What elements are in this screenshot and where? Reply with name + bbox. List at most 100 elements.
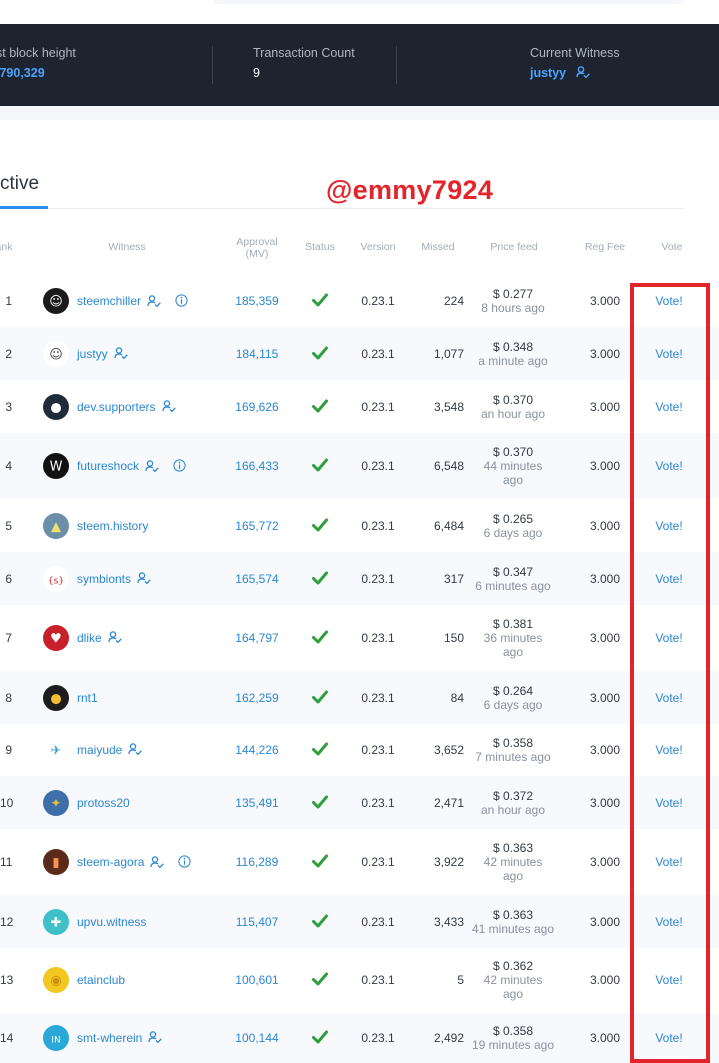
current-witness-name[interactable]: justyy <box>530 66 566 80</box>
approval-value[interactable]: 169,626 <box>226 400 288 414</box>
witness-name-cell: dlike <box>77 631 122 646</box>
approval-value[interactable]: 165,772 <box>226 519 288 533</box>
table-row: 4 Wfutureshock 166,433 0.23.1 6,548 $ 0.370 44… <box>0 433 719 499</box>
svg-text:◉: ◉ <box>50 974 61 989</box>
col-header-approval[interactable]: Approval (MV) <box>226 236 288 260</box>
svg-text:✈: ✈ <box>51 744 62 759</box>
status-check-icon <box>304 518 336 535</box>
reg-fee: 3.000 <box>589 1031 621 1045</box>
search-box[interactable] <box>213 0 683 4</box>
witness-avatar[interactable]: ▲ <box>43 513 69 539</box>
svg-text:●: ● <box>50 692 61 707</box>
witness-name[interactable]: protoss20 <box>77 796 130 810</box>
approval-value[interactable]: 185,359 <box>226 294 288 308</box>
reg-fee: 3.000 <box>589 519 621 533</box>
approval-value[interactable]: 100,144 <box>226 1031 288 1045</box>
stat-value[interactable]: ,790,329 <box>0 66 76 80</box>
witness-name-cell: maiyude <box>77 743 143 758</box>
table-row: 8 ● rnt1 162,259 0.23.1 84 $ 0.264 6 days ago 3.… <box>0 671 719 724</box>
witness-name[interactable]: etainclub <box>77 973 125 987</box>
col-header-approval-line1: Approval <box>236 236 278 248</box>
version: 0.23.1 <box>361 347 395 361</box>
witness-avatar[interactable]: ▮ <box>43 849 69 875</box>
col-header-missed[interactable]: Missed <box>414 241 462 253</box>
witness-name[interactable]: justyy <box>77 347 108 361</box>
approval-value[interactable]: 116,289 <box>226 855 288 869</box>
col-header-vote: Vote <box>661 241 683 253</box>
approval-value[interactable]: 162,259 <box>226 691 288 705</box>
verified-user-icon <box>128 743 143 758</box>
price-age: 6 days ago <box>483 698 543 712</box>
witness-avatar[interactable]: ✦ <box>43 790 69 816</box>
witness-avatar[interactable]: ● <box>43 685 69 711</box>
witness-avatar[interactable]: ✈ <box>43 737 69 763</box>
stats-bar: st block height ,790,329 Transaction Cou… <box>0 24 719 106</box>
approval-value[interactable]: 115,407 <box>226 915 288 929</box>
rank: 10 <box>0 796 14 810</box>
missed-blocks: 5 <box>457 973 464 987</box>
divider <box>212 46 213 84</box>
witness-name[interactable]: steem-agora <box>77 855 144 869</box>
witness-name[interactable]: upvu.witness <box>77 915 146 929</box>
witness-name[interactable]: dev.supporters <box>77 400 156 414</box>
stat-label: st block height <box>0 46 76 60</box>
price-age: 42 minutes <box>483 973 543 987</box>
witness-avatar[interactable]: ☺ <box>43 288 69 314</box>
witness-avatar[interactable]: W <box>43 453 69 479</box>
stat-tx-count: Transaction Count 9 <box>253 46 355 80</box>
witness-name-cell: protoss20 <box>77 796 130 810</box>
witness-name[interactable]: rnt1 <box>77 691 98 705</box>
price-value: $ 0.265 <box>492 512 534 526</box>
reg-fee: 3.000 <box>589 459 621 473</box>
version: 0.23.1 <box>361 915 395 929</box>
witness-avatar[interactable]: {s} <box>43 566 69 592</box>
version: 0.23.1 <box>361 519 395 533</box>
approval-value[interactable]: 135,491 <box>226 796 288 810</box>
witness-avatar[interactable]: ✚ <box>43 909 69 935</box>
reg-fee: 3.000 <box>589 973 621 987</box>
approval-value[interactable]: 184,115 <box>226 347 288 361</box>
witness-avatar[interactable]: ● <box>43 394 69 420</box>
approval-value[interactable]: 144,226 <box>226 743 288 757</box>
verified-user-icon <box>108 631 122 646</box>
info-icon[interactable] <box>178 855 191 871</box>
rank: 4 <box>5 459 12 473</box>
tab-active[interactable]: ctive <box>0 173 39 195</box>
witness-avatar[interactable]: IN <box>43 1025 69 1051</box>
stat-value[interactable]: justyy <box>530 66 620 81</box>
witness-name[interactable]: steem.history <box>77 519 148 533</box>
col-header-version[interactable]: Version <box>354 241 402 253</box>
rank: 14 <box>0 1031 14 1045</box>
witness-name[interactable]: dlike <box>77 631 102 645</box>
reg-fee: 3.000 <box>589 796 621 810</box>
approval-value[interactable]: 164,797 <box>226 631 288 645</box>
witness-name[interactable]: smt-wherein <box>77 1031 142 1045</box>
reg-fee: 3.000 <box>589 347 621 361</box>
price-age: 19 minutes ago <box>471 1038 555 1052</box>
witness-name[interactable]: steemchiller <box>77 294 141 308</box>
col-header-status[interactable]: Status <box>300 241 340 253</box>
reg-fee: 3.000 <box>589 631 621 645</box>
witness-name[interactable]: symbionts <box>77 572 131 586</box>
col-header-rank[interactable]: ank <box>0 241 18 253</box>
witness-name[interactable]: maiyude <box>77 743 122 757</box>
version: 0.23.1 <box>361 1031 395 1045</box>
witness-avatar[interactable]: ◉ <box>43 967 69 993</box>
divider <box>396 46 397 84</box>
svg-text:✚: ✚ <box>51 916 62 931</box>
info-icon[interactable] <box>175 294 188 310</box>
witness-name[interactable]: futureshock <box>77 459 139 473</box>
col-header-price-feed[interactable]: Price feed <box>478 241 550 253</box>
witness-avatar[interactable]: ♥ <box>43 625 69 651</box>
table-row: 13 ◉ etainclub 100,601 0.23.1 5 $ 0.362 42 minu… <box>0 947 719 1013</box>
status-check-icon <box>304 690 336 707</box>
version: 0.23.1 <box>361 400 395 414</box>
table-row: 12 ✚ upvu.witness 115,407 0.23.1 3,433 $ 0.363… <box>0 895 719 948</box>
approval-value[interactable]: 100,601 <box>226 973 288 987</box>
approval-value[interactable]: 166,433 <box>226 459 288 473</box>
witness-avatar[interactable]: ☺ <box>43 341 69 367</box>
col-header-witness[interactable]: Witness <box>97 241 157 253</box>
col-header-reg-fee[interactable]: Reg Fee <box>580 241 630 253</box>
approval-value[interactable]: 165,574 <box>226 572 288 586</box>
info-icon[interactable] <box>173 459 186 475</box>
